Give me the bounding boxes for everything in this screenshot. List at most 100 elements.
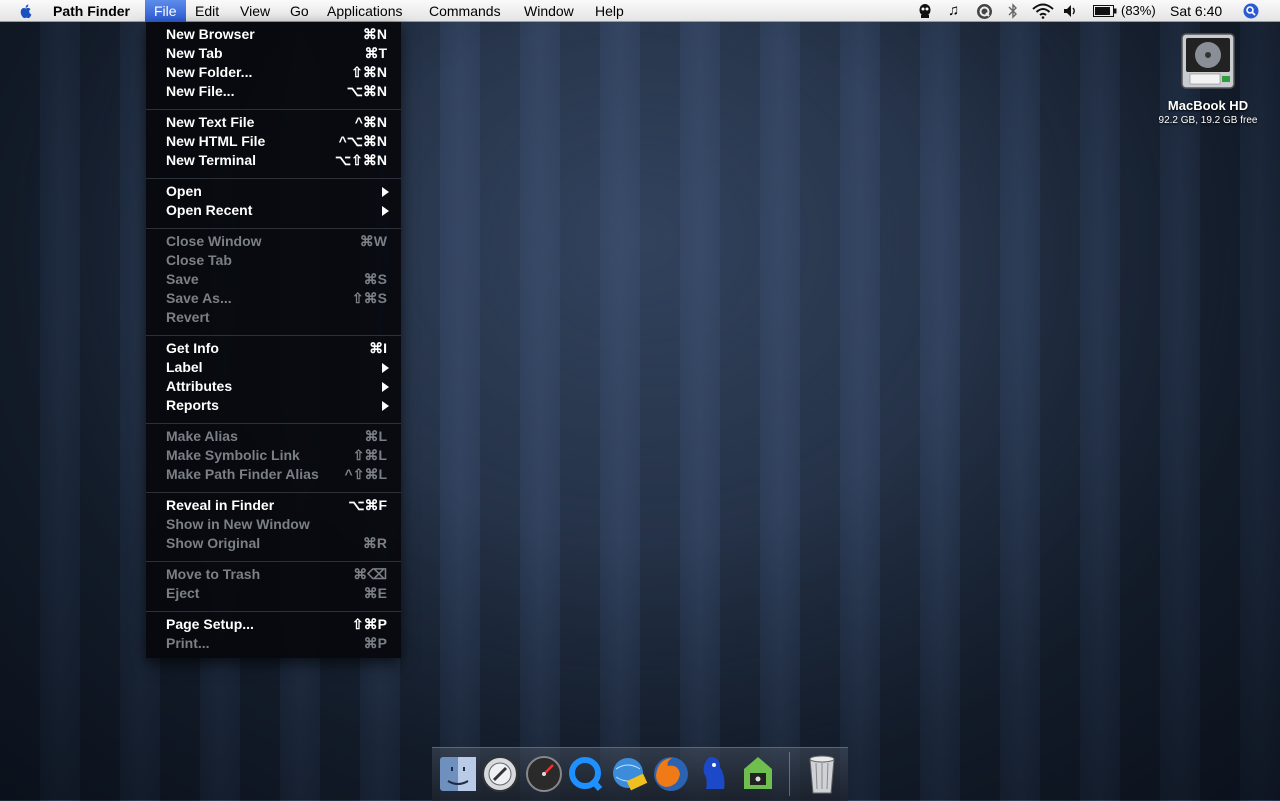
menu-edit[interactable]: Edit: [186, 0, 228, 22]
dock-separator: [789, 752, 790, 796]
menu-item-label: New Browser: [166, 26, 255, 42]
menu-view[interactable]: View: [231, 0, 279, 22]
menu-item-label: Reports: [166, 397, 219, 413]
menu-item-label: Close Window: [166, 233, 262, 249]
menu-item-show-in-new-window: Show in New Window: [146, 515, 401, 534]
menu-commands[interactable]: Commands: [420, 0, 510, 22]
submenu-arrow-icon: [382, 363, 389, 373]
menu-item-label: New Tab: [166, 45, 223, 61]
menu-item-eject: Eject ⌘E: [146, 584, 401, 603]
menu-item-shortcut: ⌘R: [362, 535, 387, 551]
menu-item-open-recent[interactable]: Open Recent: [146, 201, 401, 220]
menu-item-make-symbolic-link: Make Symbolic Link ⇧⌘L: [146, 446, 401, 465]
menu-item-label: New Text File: [166, 114, 255, 130]
firefox-icon[interactable]: [651, 753, 691, 795]
finder-icon[interactable]: [438, 753, 478, 795]
menubar-clock[interactable]: Sat 6:40: [1170, 0, 1222, 22]
menu-applications[interactable]: Applications: [318, 0, 412, 22]
bluetooth-icon[interactable]: [1008, 3, 1018, 19]
drive-name: MacBook HD: [1167, 98, 1249, 113]
music-note-icon[interactable]: ♫: [948, 0, 959, 22]
menu-item-shortcut: ⌘S: [363, 271, 387, 287]
menu-file[interactable]: File: [145, 0, 186, 22]
submenu-arrow-icon: [382, 401, 389, 411]
menu-item-make-alias: Make Alias ⌘L: [146, 427, 401, 446]
menu-go[interactable]: Go: [281, 0, 318, 22]
menu-item-close-tab: Close Tab: [146, 251, 401, 270]
menu-item-new-tab[interactable]: New Tab ⌘T: [146, 44, 401, 63]
menu-item-shortcut: ⌘N: [362, 26, 387, 42]
menu-item-new-file[interactable]: New File... ⌥⌘N: [146, 82, 401, 101]
menu-item-shortcut: ⌘L: [364, 428, 387, 444]
menu-item-make-path-finder-alias: Make Path Finder Alias ^⇧⌘L: [146, 465, 401, 484]
menu-item-move-to-trash: Move to Trash ⌘⌫: [146, 565, 401, 584]
spotlight-icon[interactable]: [1243, 3, 1259, 19]
menu-item-new-folder[interactable]: New Folder... ⇧⌘N: [146, 63, 401, 82]
menu-item-save: Save ⌘S: [146, 270, 401, 289]
menu-item-attributes[interactable]: Attributes: [146, 377, 401, 396]
hard-drive-icon: [1181, 33, 1235, 89]
menu-item-label: New Terminal: [166, 152, 256, 168]
menu-item-label: Show Original: [166, 535, 261, 551]
menu-item-reports[interactable]: Reports: [146, 396, 401, 415]
menu-item-shortcut: ⌘I: [369, 340, 387, 356]
adium-icon[interactable]: [696, 753, 736, 795]
menu-separator: [146, 611, 401, 612]
menu-separator: [146, 335, 401, 336]
menu-item-new-text-file[interactable]: New Text File ^⌘N: [146, 113, 401, 132]
menu-bar: Path Finder File Edit View Go Applicatio…: [0, 0, 1280, 22]
quicksilver-icon[interactable]: [976, 3, 993, 20]
menu-item-shortcut: ⌘P: [363, 635, 387, 651]
menu-item-shortcut: ⌘E: [363, 585, 387, 601]
menu-item-label: Revert: [166, 309, 210, 325]
menu-separator: [146, 561, 401, 562]
app-menu-path-finder[interactable]: Path Finder: [44, 0, 139, 22]
menu-item-page-setup[interactable]: Page Setup... ⇧⌘P: [146, 615, 401, 634]
menu-item-get-info[interactable]: Get Info ⌘I: [146, 339, 401, 358]
menu-item-reveal-in-finder[interactable]: Reveal in Finder ⌥⌘F: [146, 496, 401, 515]
trash-icon[interactable]: [802, 753, 842, 795]
menu-item-new-html-file[interactable]: New HTML File ^⌥⌘N: [146, 132, 401, 151]
menu-window[interactable]: Window: [515, 0, 583, 22]
menu-item-label-submenu[interactable]: Label: [146, 358, 401, 377]
menu-item-label: Page Setup...: [166, 616, 254, 632]
menu-item-close-window: Close Window ⌘W: [146, 232, 401, 251]
menu-item-shortcut: ⇧⌘S: [351, 290, 387, 306]
alien-status-icon[interactable]: [917, 3, 933, 19]
menu-separator: [146, 423, 401, 424]
apple-menu-icon[interactable]: [18, 3, 34, 19]
menu-item-label: Make Path Finder Alias: [166, 466, 319, 482]
menu-item-label: Open Recent: [166, 202, 253, 218]
compass-icon[interactable]: [480, 753, 520, 795]
menu-item-shortcut: ⌥⇧⌘N: [335, 152, 387, 168]
menu-item-label: New File...: [166, 83, 235, 99]
menu-item-print: Print... ⌘P: [146, 634, 401, 653]
menu-item-shortcut: ^⌘N: [354, 114, 387, 130]
menu-item-label: Get Info: [166, 340, 219, 356]
menu-item-open[interactable]: Open: [146, 182, 401, 201]
menu-item-shortcut: ^⇧⌘L: [344, 466, 387, 482]
menu-item-revert: Revert: [146, 308, 401, 327]
menu-item-label: Attributes: [166, 378, 233, 394]
dashboard-icon[interactable]: [524, 753, 564, 795]
volume-icon[interactable]: [1063, 4, 1079, 18]
menu-item-shortcut: ⌘W: [359, 233, 387, 249]
menu-item-shortcut: ⇧⌘P: [351, 616, 387, 632]
menu-item-new-browser[interactable]: New Browser ⌘N: [146, 25, 401, 44]
menu-item-label: Close Tab: [166, 252, 232, 268]
battery-percent[interactable]: (83%): [1121, 0, 1156, 22]
menu-item-label: Print...: [166, 635, 210, 651]
submenu-arrow-icon: [382, 382, 389, 392]
file-menu-dropdown: New Browser ⌘N New Tab ⌘T New Folder... ⇧⌘N…: [146, 22, 401, 658]
menu-item-new-terminal[interactable]: New Terminal ⌥⇧⌘N: [146, 151, 401, 170]
network-globe-icon[interactable]: [610, 753, 650, 795]
menu-help[interactable]: Help: [586, 0, 633, 22]
menu-separator: [146, 178, 401, 179]
wifi-icon[interactable]: [1032, 3, 1054, 19]
menu-separator: [146, 109, 401, 110]
desktop-drive-icon[interactable]: MacBook HD 92.2 GB, 19.2 GB free: [1150, 30, 1266, 130]
battery-icon[interactable]: [1093, 5, 1117, 17]
menu-item-shortcut: ⌥⌘N: [346, 83, 387, 99]
quicktime-icon[interactable]: [566, 753, 606, 795]
terminal-app-icon[interactable]: [738, 753, 778, 795]
